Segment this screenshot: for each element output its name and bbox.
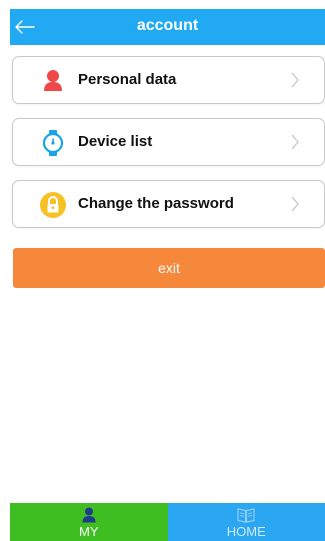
- page-title: account: [136, 17, 199, 34]
- personal-data-label: Personal data: [78, 71, 177, 88]
- tab-home-label: HOME: [226, 524, 266, 539]
- tab-home[interactable]: HOME: [167, 503, 325, 541]
- app-header: account: [10, 9, 325, 45]
- watch-icon: [39, 129, 67, 157]
- personal-data-item[interactable]: Personal data: [12, 56, 325, 104]
- tab-my-label: MY: [79, 524, 99, 539]
- bottom-tab-bar: MY HOME: [10, 503, 325, 541]
- chevron-right-icon: [291, 134, 299, 150]
- device-list-label: Device list: [78, 133, 153, 150]
- account-menu: Personal data Device list Change the pas…: [12, 56, 325, 242]
- tab-my[interactable]: MY: [10, 503, 168, 541]
- change-password-label: Change the password: [78, 195, 234, 212]
- person-icon: [82, 506, 96, 524]
- chevron-right-icon: [291, 72, 299, 88]
- book-icon: [237, 506, 255, 524]
- lock-icon: [39, 191, 67, 219]
- change-password-item[interactable]: Change the password: [12, 180, 325, 228]
- exit-button[interactable]: exit: [13, 248, 325, 288]
- chevron-right-icon: [291, 196, 299, 212]
- device-list-item[interactable]: Device list: [12, 118, 325, 166]
- person-icon: [39, 67, 67, 95]
